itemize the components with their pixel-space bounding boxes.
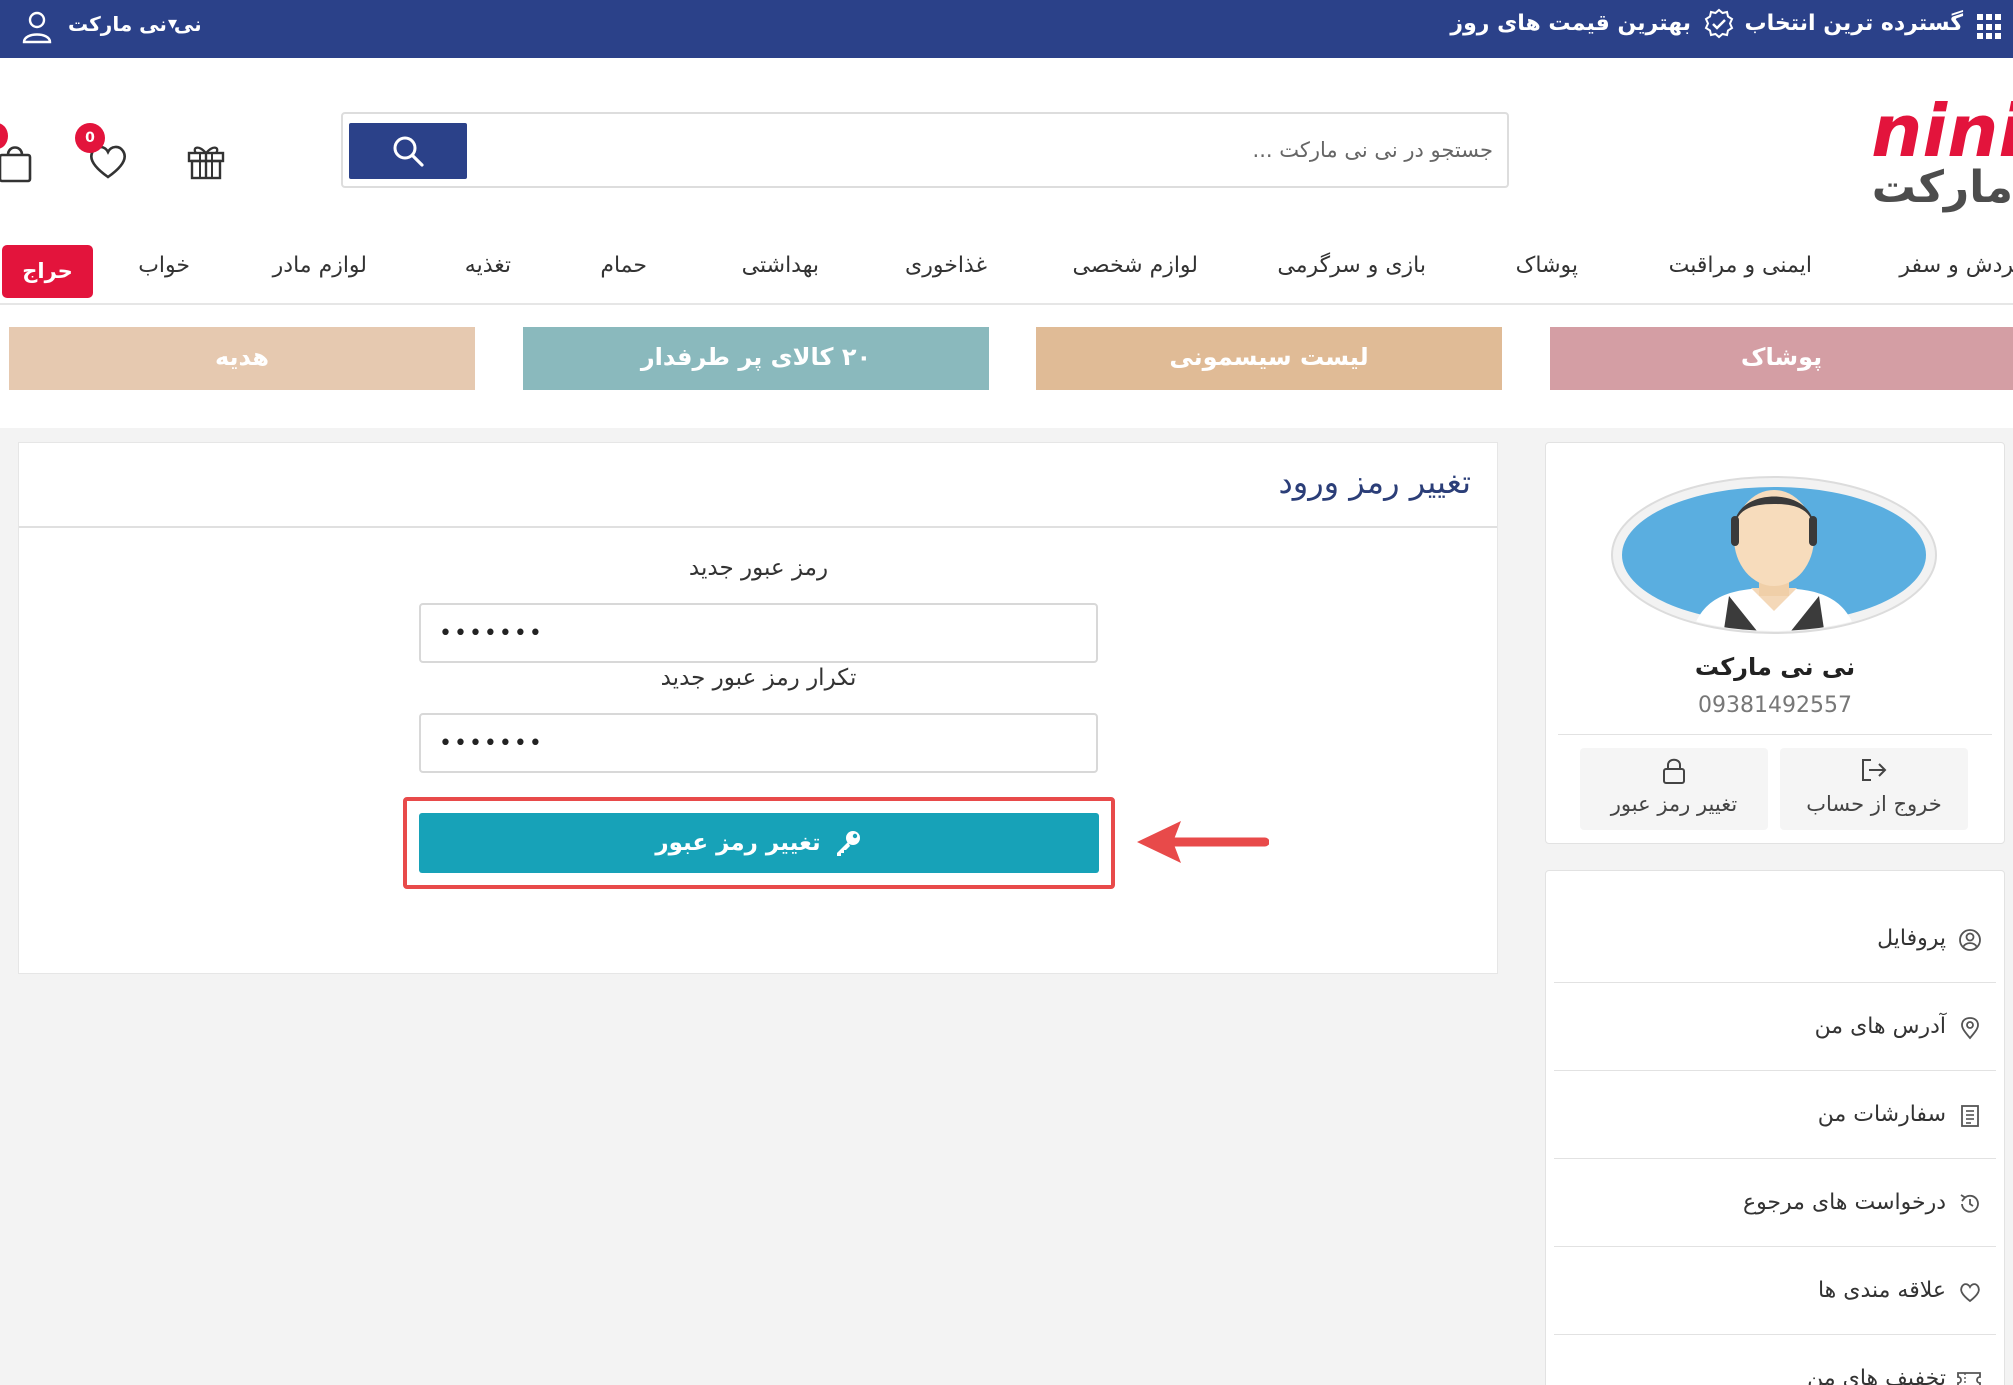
change-password-button[interactable]: تغییر رمز عبور xyxy=(1580,748,1768,830)
nav-item-personal[interactable]: لوازم شخصی xyxy=(1073,233,1198,305)
divider xyxy=(1558,734,1992,735)
feature-widest-selection: گسترده ترین انتخاب xyxy=(1744,11,1963,36)
ticket-icon xyxy=(1957,1372,1981,1385)
nav-item-sleep[interactable]: خواب xyxy=(138,233,190,305)
site-logo[interactable]: nini مارکت xyxy=(1853,84,2013,214)
logout-icon xyxy=(1862,759,1887,781)
arrow-left-icon xyxy=(1137,821,1269,863)
menu-item-addresses[interactable]: آدرس های من xyxy=(1554,983,1996,1071)
user-name: نی نی مارکت xyxy=(1694,653,1856,681)
submit-label: تغییر رمز عبور xyxy=(655,830,821,856)
banner-gift[interactable]: هدیه xyxy=(9,327,475,390)
top-bar: گسترده ترین انتخاب بهترین قیمت های روز ن… xyxy=(0,0,2013,58)
sale-button[interactable]: حراج xyxy=(2,245,93,298)
key-icon xyxy=(836,831,860,856)
menu-item-orders[interactable]: سفارشات من xyxy=(1554,1071,1996,1159)
user-phone: 09381492557 xyxy=(1698,693,1852,718)
menu-item-profile[interactable]: پروفایل xyxy=(1554,895,1996,983)
divider xyxy=(19,526,1497,528)
nav-item-bath[interactable]: حمام xyxy=(600,233,647,305)
search-icon xyxy=(393,136,424,167)
change-password-label: تغییر رمز عبور xyxy=(1610,792,1738,816)
search-button[interactable] xyxy=(349,123,467,179)
page-title: تغییر رمز ورود xyxy=(1278,463,1471,501)
nav-item-hygiene[interactable]: بهداشتی xyxy=(742,233,819,305)
heart-icon xyxy=(1960,1283,1980,1303)
gift-icon[interactable] xyxy=(184,138,228,182)
confirm-password-label: تکرار رمز عبور جدید xyxy=(660,665,857,691)
menu-label-addresses: آدرس های من xyxy=(1814,1014,1946,1039)
nav-item-toys[interactable]: بازی و سرگرمی xyxy=(1277,233,1426,305)
user-icon xyxy=(22,11,52,44)
cart-button[interactable] xyxy=(0,123,40,183)
menu-item-discounts[interactable]: تخفیف های من xyxy=(1554,1335,1996,1385)
svg-text:nini: nini xyxy=(1871,89,2013,173)
menu-label-profile: پروفایل xyxy=(1877,926,1946,951)
receipt-icon xyxy=(1961,1105,1979,1127)
menu-label-favorites: علاقه مندی ها xyxy=(1817,1278,1946,1303)
location-pin-icon xyxy=(1961,1017,1979,1040)
account-name: نی نی مارکت xyxy=(68,12,202,36)
menu-item-favorites[interactable]: علاقه مندی ها xyxy=(1554,1247,1996,1335)
banner-layette-list[interactable]: لیست سیسمونی xyxy=(1036,327,1502,390)
feature-best-prices: بهترین قیمت های روز xyxy=(1450,11,1691,36)
menu-label-orders: سفارشات من xyxy=(1817,1102,1946,1127)
history-icon xyxy=(1960,1194,1979,1213)
nav-item-clothing[interactable]: پوشاک xyxy=(1516,233,1578,305)
search-input[interactable] xyxy=(493,124,1493,176)
apps-grid-icon xyxy=(1977,14,2003,40)
wishlist-button[interactable]: 0 xyxy=(75,123,135,183)
chevron-down-icon: ▾ xyxy=(168,13,178,34)
verified-badge-icon xyxy=(1704,8,1734,39)
nav-item-dining[interactable]: غذاخوری xyxy=(905,233,987,305)
menu-item-returns[interactable]: درخواست های مرجوع xyxy=(1554,1159,1996,1247)
new-password-label: رمز عبور جدید xyxy=(688,555,829,581)
lock-icon xyxy=(1663,758,1685,784)
account-menu[interactable]: نی نی مارکت ▾ xyxy=(20,0,202,58)
change-password-submit-button[interactable]: تغییر رمز عبور xyxy=(419,813,1099,873)
profile-card: نی نی مارکت 09381492557 خروج از حساب تغی… xyxy=(1545,442,2005,844)
confirm-password-field[interactable] xyxy=(419,713,1098,773)
banner-popular-items[interactable]: ۲۰ کالای پر طرفدار xyxy=(523,327,989,390)
logout-button[interactable]: خروج از حساب xyxy=(1780,748,1968,830)
site-header: nini مارکت 0 xyxy=(0,58,2013,233)
cart-icon xyxy=(0,146,32,183)
menu-label-returns: درخواست های مرجوع xyxy=(1742,1190,1946,1215)
user-circle-icon xyxy=(1959,929,1981,951)
wishlist-badge: 0 xyxy=(75,123,105,153)
account-menu-card: پروفایل آدرس های من سفارشات من درخواست ه… xyxy=(1545,870,2005,1385)
nav-item-travel[interactable]: گردش و سفر xyxy=(1899,233,2013,305)
nav-item-feeding[interactable]: تغذیه xyxy=(465,233,511,305)
promo-banners: پوشاک لیست سیسمونی ۲۰ کالای پر طرفدار هد… xyxy=(0,305,2013,428)
change-password-panel: تغییر رمز ورود رمز عبور جدید تکرار رمز ع… xyxy=(18,442,1498,974)
avatar xyxy=(1611,476,1937,634)
logout-label: خروج از حساب xyxy=(1806,792,1942,816)
svg-text:مارکت: مارکت xyxy=(1872,162,2013,213)
search-bar xyxy=(341,112,1509,188)
banner-clothing[interactable]: پوشاک xyxy=(1550,327,2013,390)
new-password-field[interactable] xyxy=(419,603,1098,663)
nav-item-mother[interactable]: لوازم مادر xyxy=(273,233,367,305)
menu-label-discounts: تخفیف های من xyxy=(1807,1366,1946,1385)
nav-item-safety-care[interactable]: ایمنی و مراقبت xyxy=(1669,233,1812,305)
category-nav: گردش و سفر ایمنی و مراقبت پوشاک بازی و س… xyxy=(0,233,2013,305)
